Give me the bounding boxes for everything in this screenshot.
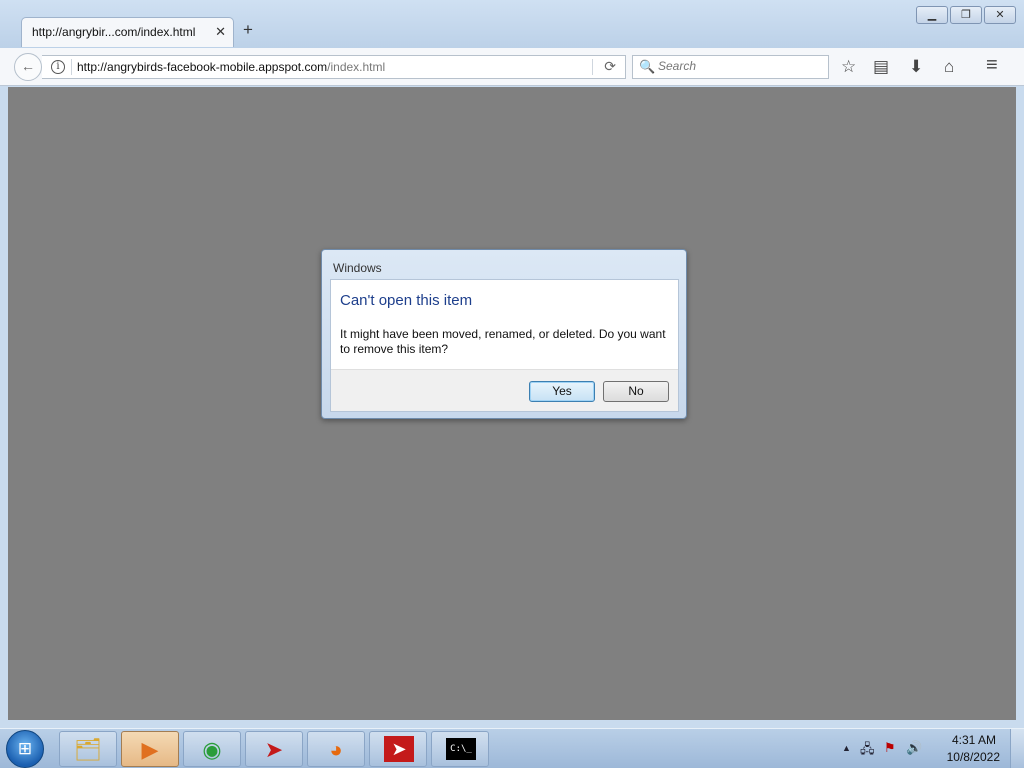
show-hidden-icons-icon[interactable]: ▲: [842, 743, 851, 753]
info-icon[interactable]: i: [51, 60, 65, 74]
hamburger-menu-icon[interactable]: ≡: [986, 54, 998, 77]
home-icon[interactable]: ⌂: [944, 57, 954, 77]
close-icon: ✕: [995, 9, 1005, 21]
url-path: /index.html: [327, 60, 386, 74]
start-button[interactable]: ⊞: [6, 730, 44, 768]
browser-tab[interactable]: http://angrybir...com/index.html ✕: [21, 17, 234, 47]
navigation-bar: i http://angrybirds-facebook-mobile.apps…: [0, 48, 1024, 86]
show-desktop-button[interactable]: [1010, 729, 1024, 768]
action-center-flag-icon[interactable]: ⚑: [884, 740, 896, 756]
tab-close-icon[interactable]: ✕: [215, 24, 226, 40]
media-player-icon: ▶: [141, 737, 159, 762]
minimize-button[interactable]: ▁: [916, 6, 948, 24]
clock-time[interactable]: 4:31 AM: [952, 733, 996, 747]
search-input[interactable]: [658, 59, 823, 73]
window-border-left: [0, 87, 8, 728]
taskbar-media-player[interactable]: ▶: [121, 731, 179, 767]
volume-icon[interactable]: 🔊: [906, 740, 922, 756]
folder-icon: 🗂: [74, 737, 102, 762]
reload-icon[interactable]: ⟳: [604, 58, 616, 75]
back-arrow-icon: ←: [21, 58, 35, 74]
window-controls: ▁ ❐ ✕: [916, 6, 1016, 24]
taskbar-explorer[interactable]: 🗂: [59, 731, 117, 767]
taskbar-cmd[interactable]: C:\_: [431, 731, 489, 767]
windows-logo-icon: ⊞: [17, 739, 33, 758]
cmd-icon: C:\_: [446, 738, 476, 760]
download-icon[interactable]: ⬇: [909, 57, 923, 77]
dialog-title: Windows: [333, 261, 382, 275]
tab-title: http://angrybir...com/index.html: [32, 25, 196, 39]
system-tray: ▲ 🖧 ⚑ 🔊 4:31 AM 10/8/2022: [834, 729, 1024, 768]
dialog-body: Can't open this item It might have been …: [330, 279, 679, 412]
error-dialog: Windows Can't open this item It might ha…: [321, 249, 687, 419]
address-bar[interactable]: i http://angrybirds-facebook-mobile.apps…: [42, 55, 626, 79]
red-arrow-icon: ➤: [264, 737, 284, 762]
restore-icon: ❐: [961, 9, 971, 21]
url-divider: [71, 59, 72, 75]
new-tab-button[interactable]: +: [243, 20, 253, 40]
taskbar-red-arrow-app-2[interactable]: ➤: [369, 731, 427, 767]
minimize-icon: ▁: [927, 9, 937, 21]
network-icon[interactable]: 🖧: [860, 740, 875, 762]
taskbar-red-arrow-app[interactable]: ➤: [245, 731, 303, 767]
yes-button[interactable]: Yes: [529, 381, 595, 402]
search-box[interactable]: 🔍: [632, 55, 829, 79]
reload-divider: [592, 59, 593, 75]
taskbar-chrome[interactable]: ◉: [183, 731, 241, 767]
dialog-footer: Yes No: [331, 369, 678, 411]
url-host: http://angrybirds-facebook-mobile.appspo…: [77, 60, 328, 74]
search-icon: 🔍: [639, 59, 656, 74]
dialog-heading: Can't open this item: [340, 292, 473, 309]
no-button[interactable]: No: [603, 381, 669, 402]
firefox-icon: ◕: [329, 737, 343, 762]
clock-date[interactable]: 10/8/2022: [947, 750, 1000, 764]
close-window-button[interactable]: ✕: [984, 6, 1016, 24]
back-button[interactable]: ←: [14, 53, 42, 81]
url-text[interactable]: http://angrybirds-facebook-mobile.appspo…: [77, 60, 385, 74]
reader-list-icon[interactable]: ▤: [873, 57, 889, 77]
title-bar: http://angrybir...com/index.html ✕ + ▁ ❐…: [0, 0, 1024, 48]
bookmark-star-icon[interactable]: ☆: [841, 57, 856, 77]
chrome-icon: ◉: [202, 737, 222, 762]
restore-button[interactable]: ❐: [950, 6, 982, 24]
taskbar-firefox[interactable]: ◕: [307, 731, 365, 767]
red-arrow-app-icon: ➤: [384, 736, 414, 762]
taskbar: ⊞ 🗂 ▶ ◉ ➤ ◕ ➤ C:\_ ▲ 🖧 ⚑ 🔊 4:31 AM 10/8/…: [0, 728, 1024, 768]
window-border-right: [1016, 87, 1024, 728]
dialog-message: It might have been moved, renamed, or de…: [340, 327, 666, 356]
